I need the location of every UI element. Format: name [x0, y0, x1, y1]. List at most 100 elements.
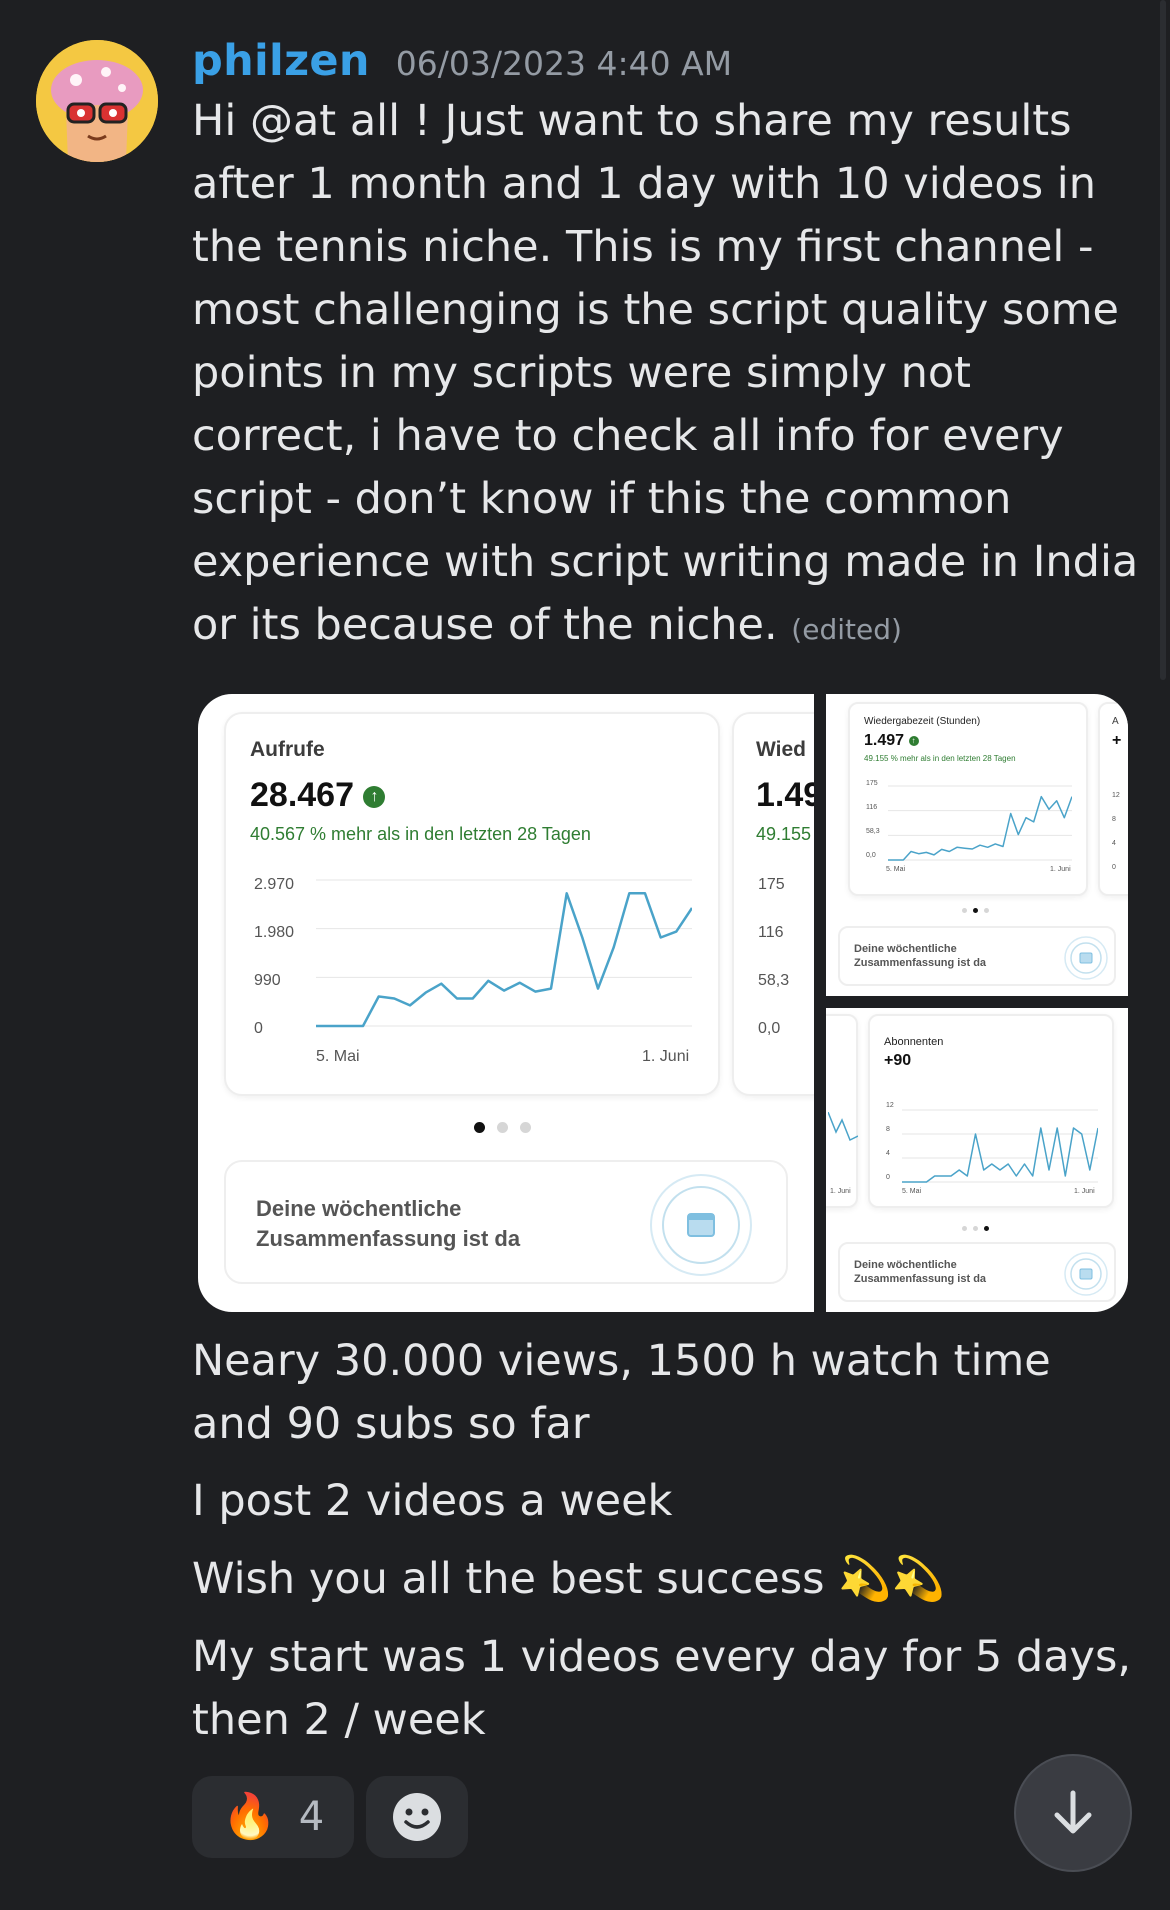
carousel-dots: [962, 1226, 989, 1231]
username[interactable]: philzen: [192, 36, 370, 86]
y-tick: 116: [758, 924, 784, 941]
message-timestamp: 06/03/2023 4:40 AM: [395, 44, 733, 83]
reaction-bar: 🔥 4: [192, 1776, 469, 1858]
subs-line-chart: [902, 1109, 1098, 1183]
watchtime-label-peek: Wied: [756, 738, 806, 761]
y-tick: 12: [1112, 792, 1120, 799]
carousel-dots: [474, 1122, 531, 1133]
y-tick: 4: [1112, 840, 1116, 847]
reaction-count: 4: [298, 1794, 325, 1840]
attachment-image-subscribers[interactable]: 1. Juni Abonnenten +90 12 8 4 0 5. Mai 1…: [826, 1008, 1128, 1312]
reaction-fire[interactable]: 🔥 4: [192, 1776, 355, 1858]
arrow-up-icon: ↑: [363, 786, 386, 809]
views-label: Aufrufe: [250, 738, 325, 761]
followup-message: Neary 30.000 views, 1500 h watch time an…: [192, 1336, 1051, 1449]
watchtime-delta: 49.155 % mehr als in den letzten 28 Tage…: [864, 754, 1016, 763]
carousel-dot: [962, 908, 967, 913]
peek-line-fragment: [828, 1112, 858, 1142]
weekly-summary-card: Deine wöchentliche Zusammenfassung ist d…: [838, 1242, 1116, 1302]
edited-label: (edited): [791, 613, 902, 646]
views-value: 28.467 ↑: [250, 776, 386, 815]
watchtime-card-peek-left: 1. Juni: [826, 1014, 858, 1208]
calendar-refresh-icon: [650, 1174, 752, 1276]
series-line: [316, 892, 692, 1028]
carousel-dot: [984, 908, 989, 913]
peek-label: A: [1112, 716, 1119, 727]
y-tick: 0,0: [758, 1020, 781, 1037]
followup-message: My start was 1 videos every day for 5 da…: [192, 1632, 1132, 1745]
calendar-refresh-icon: [1064, 936, 1108, 980]
add-reaction-button[interactable]: [366, 1776, 469, 1858]
weekly-summary-card: Deine wöchentliche Zusammenfassung ist d…: [838, 926, 1116, 986]
x-tick-end: 1. Juni: [1074, 1188, 1095, 1195]
user-avatar[interactable]: [36, 40, 158, 162]
watchtime-value-peek: 1.49: [756, 776, 814, 814]
watchtime-value: 1.497 ↑: [864, 732, 919, 750]
message-body: Hi @at all ! Just want to share my resul…: [192, 90, 1142, 661]
y-tick: 12: [886, 1102, 894, 1109]
mushroom-avatar-icon: [36, 40, 158, 162]
series-line: [888, 795, 1072, 861]
x-tick-start: 5. Mai: [902, 1188, 922, 1195]
x-tick-end: 1. Juni: [1050, 866, 1071, 873]
series-line: [902, 1127, 1098, 1183]
scrollbar[interactable]: [1160, 0, 1166, 680]
y-tick: 0: [254, 1020, 263, 1037]
subs-card-peek-right: A + 12 8 4 0: [1098, 702, 1128, 896]
image-attachments: Aufrufe 28.467 ↑ 40.567 % mehr als in de…: [198, 694, 1128, 1312]
y-tick: 0,0: [866, 852, 876, 859]
weekly-summary-card: Deine wöchentliche Zusammenfassung ist d…: [224, 1160, 788, 1284]
y-tick: 0: [1112, 864, 1116, 871]
y-tick: 1.980: [254, 924, 295, 941]
y-tick: 58,3: [758, 972, 790, 989]
y-tick: 58,3: [866, 828, 880, 835]
subs-label: Abonnenten: [884, 1036, 944, 1048]
y-tick: 116: [866, 804, 878, 811]
attachment-image-watchtime[interactable]: Wiedergabezeit (Stunden) 1.497 ↑ 49.155 …: [826, 694, 1128, 996]
y-tick: 175: [758, 876, 785, 893]
weekly-summary-text: Deine wöchentliche Zusammenfassung ist d…: [854, 1259, 987, 1285]
carousel-dot: [973, 1226, 978, 1231]
jump-to-bottom-button[interactable]: [1014, 1754, 1132, 1872]
carousel-dot: [520, 1122, 531, 1133]
calendar-refresh-icon: [1064, 1252, 1108, 1296]
views-stat-card: Aufrufe 28.467 ↑ 40.567 % mehr als in de…: [224, 712, 720, 1096]
y-tick: 2.970: [254, 876, 295, 893]
y-tick: 175: [866, 780, 878, 787]
watchtime-stat-card-peek: Wied 1.49 49.155 175 116 58,3 0,0: [732, 712, 814, 1096]
arrow-down-icon: [1054, 1790, 1092, 1834]
followup-message: I post 2 videos a week: [192, 1476, 673, 1526]
watchtime-stat-card: Wiedergabezeit (Stunden) 1.497 ↑ 49.155 …: [848, 702, 1088, 896]
y-tick: 0: [886, 1174, 890, 1181]
x-tick-end: 1. Juni: [642, 1048, 690, 1065]
carousel-dot-active: [474, 1122, 485, 1133]
weekly-summary-text: Deine wöchentliche Zusammenfassung ist d…: [256, 1196, 521, 1251]
carousel-dot-active: [984, 1226, 989, 1231]
subs-value: +90: [884, 1052, 912, 1069]
peek-value: +: [1112, 732, 1122, 749]
views-line-chart: [316, 879, 692, 1028]
attachment-image-views[interactable]: Aufrufe 28.467 ↑ 40.567 % mehr als in de…: [198, 694, 814, 1312]
followup-message: Wish you all the best success 💫💫: [192, 1554, 946, 1604]
watchtime-delta-peek: 49.155: [756, 824, 812, 844]
smiley-add-icon: [393, 1793, 442, 1841]
message-text: Hi @at all ! Just want to share my resul…: [192, 96, 1139, 650]
carousel-dot-active: [973, 908, 978, 913]
carousel-dots: [962, 908, 989, 913]
weekly-summary-text: Deine wöchentliche Zusammenfassung ist d…: [854, 943, 987, 969]
x-tick-start: 5. Mai: [316, 1048, 360, 1065]
y-tick: 8: [1112, 816, 1116, 823]
arrow-up-icon: ↑: [908, 735, 919, 746]
y-tick: 4: [886, 1150, 890, 1157]
watchtime-label: Wiedergabezeit (Stunden): [864, 716, 981, 727]
x-tick-start: 5. Mai: [886, 866, 906, 873]
watchtime-line-chart: [888, 785, 1072, 861]
fire-emoji-icon: 🔥: [222, 1791, 277, 1842]
y-tick: 8: [886, 1126, 890, 1133]
views-delta: 40.567 % mehr als in den letzten 28 Tage…: [250, 824, 591, 844]
x-tick: 1. Juni: [830, 1188, 851, 1195]
subs-stat-card: Abonnenten +90 12 8 4 0 5. Mai 1. Juni: [868, 1014, 1114, 1208]
y-tick: 990: [254, 972, 281, 989]
carousel-dot: [962, 1226, 967, 1231]
carousel-dot: [497, 1122, 508, 1133]
